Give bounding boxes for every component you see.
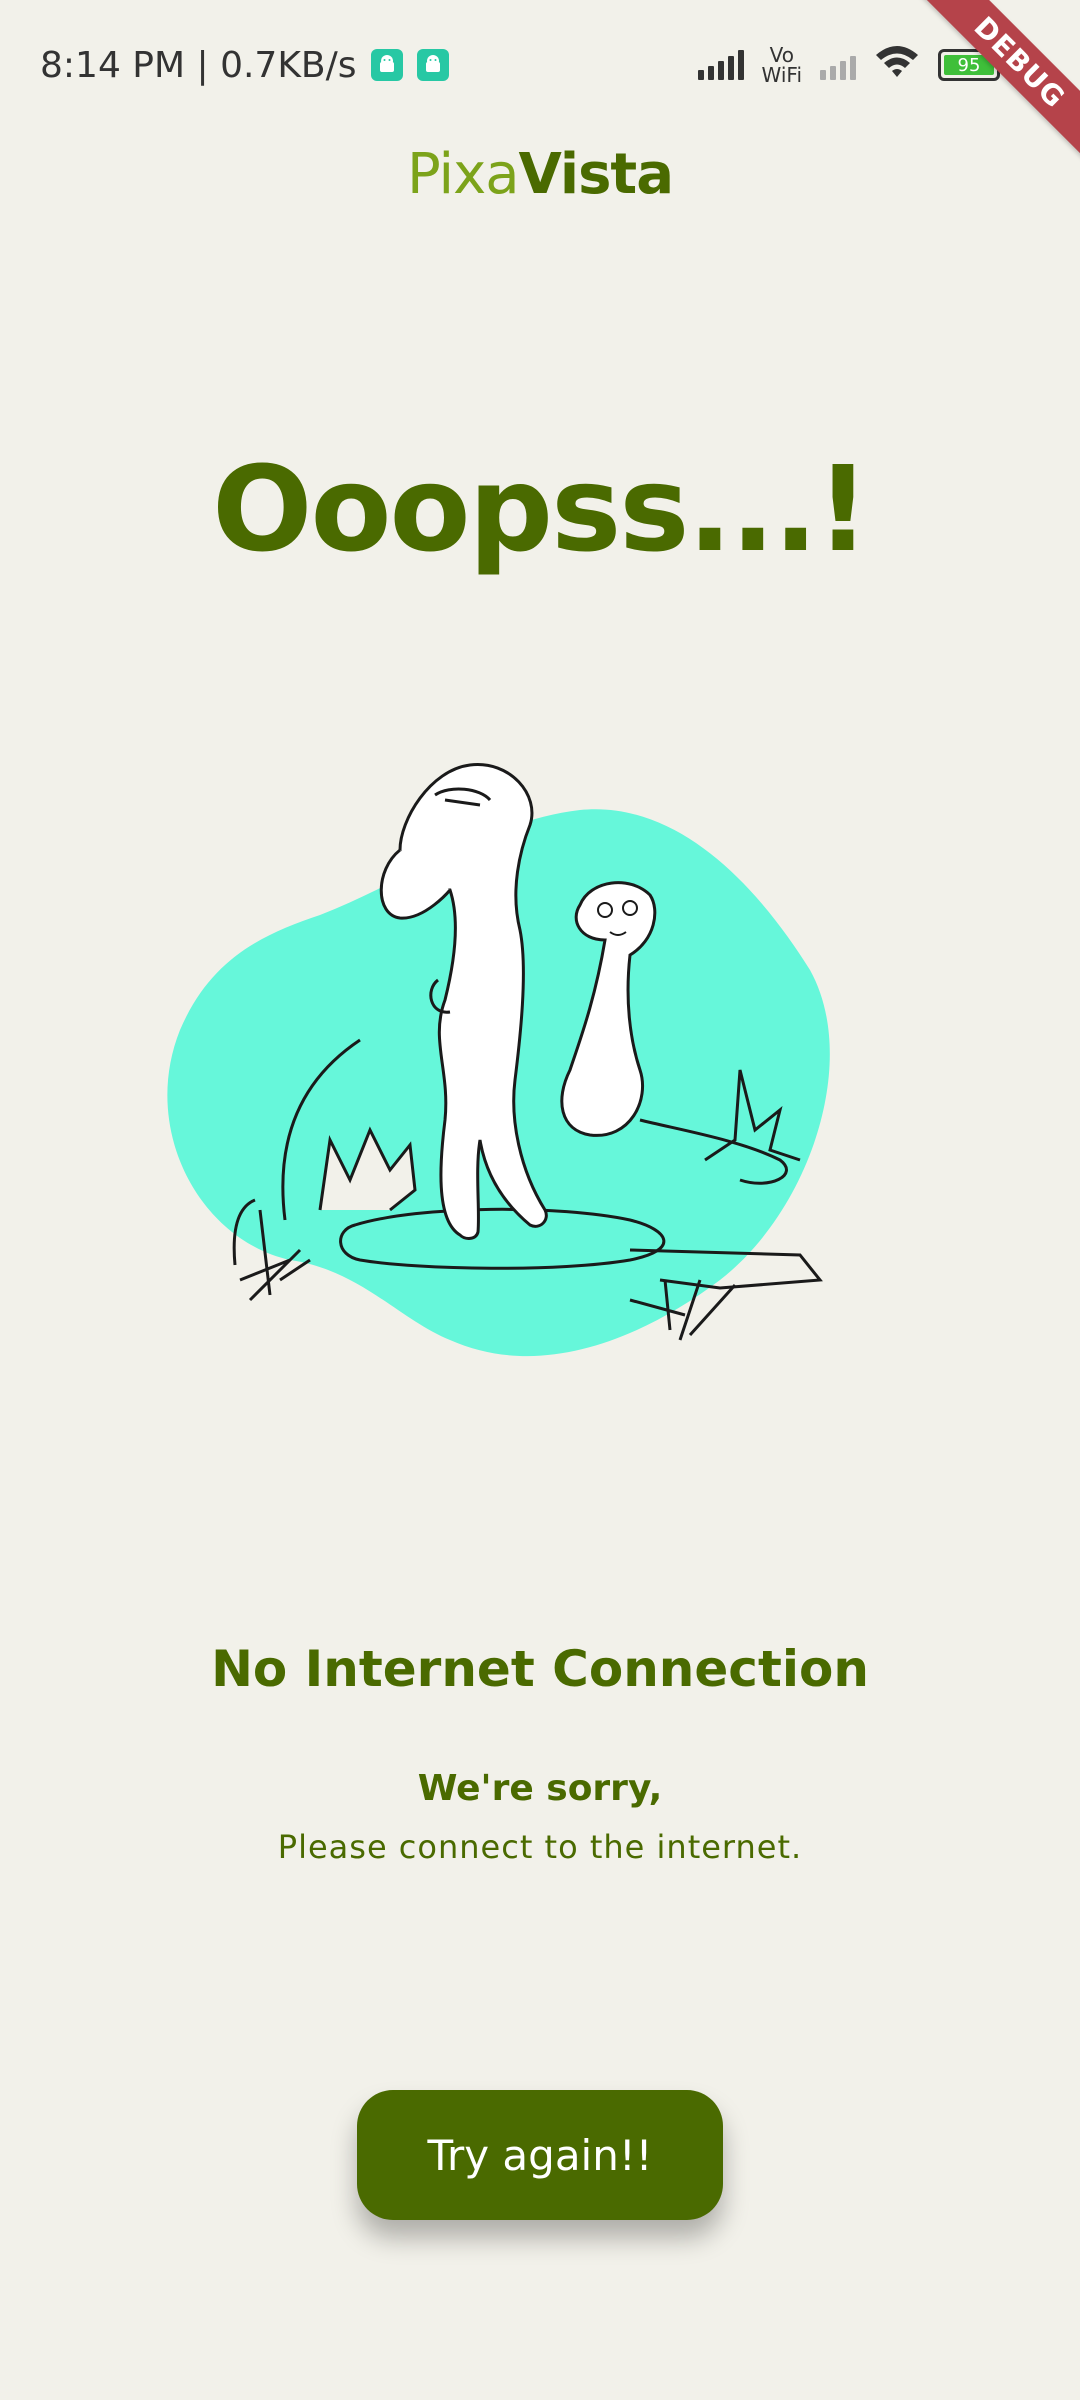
instruction-text: Please connect to the internet. xyxy=(277,1828,803,1866)
status-left: 8:14 PM | 0.7KB/s xyxy=(40,45,449,86)
logo-part-vista: Vista xyxy=(518,142,674,207)
wifi-icon xyxy=(874,43,920,87)
no-internet-screen: 8:14 PM | 0.7KB/s Vo WiFi 95 DEBUG PixaV… xyxy=(0,0,1080,2400)
apology-text: We're sorry, xyxy=(417,1768,663,1809)
android-notification-icon xyxy=(370,49,403,81)
oops-headline: Ooopss...! xyxy=(212,440,870,578)
vowifi-bottom: WiFi xyxy=(761,63,803,87)
android-notification-icon xyxy=(416,49,449,81)
cell-signal-icon xyxy=(697,50,744,80)
vowifi-top: Vo xyxy=(769,43,794,67)
vowifi-indicator: Vo WiFi xyxy=(762,45,803,85)
status-right: Vo WiFi 95 xyxy=(697,43,1005,87)
try-again-button[interactable]: Try again!! xyxy=(357,2090,723,2220)
app-logo: PixaVista xyxy=(0,142,1080,207)
logo-part-pixa: Pixa xyxy=(406,142,520,207)
no-internet-title: No Internet Connection xyxy=(211,1640,869,1698)
status-bar: 8:14 PM | 0.7KB/s Vo WiFi 95 xyxy=(0,0,1080,130)
meerkats-illustration xyxy=(167,763,830,1357)
status-time-speed: 8:14 PM | 0.7KB/s xyxy=(40,44,357,86)
cell-signal-secondary-icon xyxy=(820,50,856,80)
